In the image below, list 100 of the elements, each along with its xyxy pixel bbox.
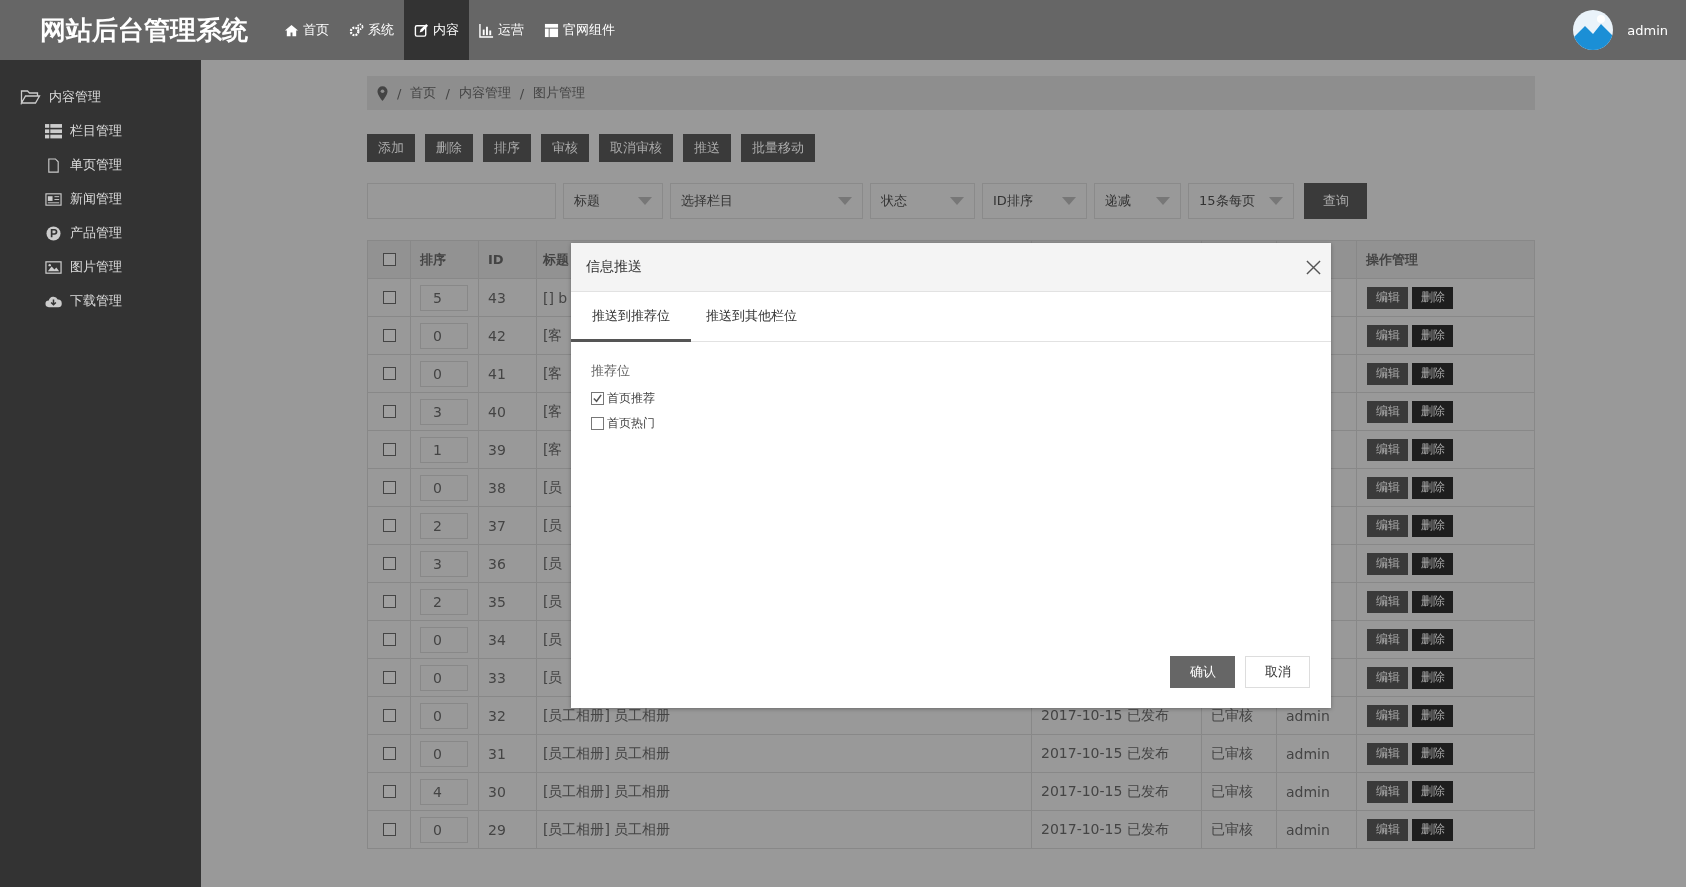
delete-button[interactable]: 删除 (1412, 552, 1453, 575)
nav-item[interactable]: 官网组件 (534, 0, 625, 60)
delete-button[interactable]: 删除 (1412, 590, 1453, 613)
toolbar-button[interactable]: 删除 (425, 134, 473, 162)
edit-button[interactable]: 编辑 (1367, 438, 1408, 461)
edit-button[interactable]: 编辑 (1367, 742, 1408, 765)
edit-button[interactable]: 编辑 (1367, 324, 1408, 347)
checkbox[interactable] (382, 329, 396, 342)
sort-field[interactable]: 0 (420, 816, 468, 843)
edit-button[interactable]: 编辑 (1367, 666, 1408, 689)
query-button[interactable]: 查询 (1304, 183, 1367, 219)
toolbar-button[interactable]: 推送 (683, 134, 731, 162)
checkbox[interactable] (382, 785, 396, 798)
delete-button[interactable]: 删除 (1412, 286, 1453, 309)
edit-button[interactable]: 编辑 (1367, 514, 1408, 537)
sidebar-item[interactable]: 图片管理 (0, 250, 201, 284)
edit-button[interactable]: 编辑 (1367, 590, 1408, 613)
edit-button[interactable]: 编辑 (1367, 704, 1408, 727)
nav-item[interactable]: 运营 (469, 0, 534, 60)
delete-button[interactable]: 删除 (1412, 400, 1453, 423)
sort-field[interactable]: 3 (420, 398, 468, 425)
checkbox[interactable] (382, 291, 396, 304)
edit-button[interactable]: 编辑 (1367, 818, 1408, 841)
tab[interactable]: 推送到其他栏位 (691, 292, 818, 342)
delete-button[interactable]: 删除 (1412, 704, 1453, 727)
sort-field[interactable]: 3 (420, 550, 468, 577)
checkbox[interactable] (382, 367, 396, 380)
checkbox[interactable] (382, 595, 396, 608)
delete-button[interactable]: 删除 (1412, 514, 1453, 537)
select-dropdown[interactable]: 递减 (1094, 183, 1181, 219)
select-dropdown[interactable]: 状态 (870, 183, 975, 219)
checkbox[interactable] (382, 709, 396, 722)
sort-field[interactable]: 0 (420, 740, 468, 767)
edit-button[interactable]: 编辑 (1367, 552, 1408, 575)
checkbox[interactable] (591, 417, 604, 430)
checkbox[interactable] (382, 823, 396, 836)
nav-item[interactable]: 内容 (404, 0, 469, 60)
delete-button[interactable]: 删除 (1412, 780, 1453, 803)
sidebar-item[interactable]: 下载管理 (0, 284, 201, 318)
checkbox[interactable] (382, 443, 396, 456)
avatar-icon[interactable] (1573, 10, 1614, 50)
toolbar-button[interactable]: 批量移动 (741, 134, 815, 162)
table-cell: 2017-10-15 已发布 (1041, 744, 1169, 763)
checkbox[interactable] (382, 671, 396, 684)
delete-button[interactable]: 删除 (1412, 438, 1453, 461)
edit-button[interactable]: 编辑 (1367, 780, 1408, 803)
toolbar-button[interactable]: 取消审核 (599, 134, 673, 162)
edit-button[interactable]: 编辑 (1367, 286, 1408, 309)
breadcrumb-link[interactable]: 内容管理 (458, 84, 511, 102)
edit-button[interactable]: 编辑 (1367, 628, 1408, 651)
delete-button[interactable]: 删除 (1412, 324, 1453, 347)
checkbox[interactable] (382, 405, 396, 418)
confirm-button[interactable]: 确认 (1170, 656, 1235, 688)
toolbar-button[interactable]: 添加 (367, 134, 415, 162)
checkbox[interactable] (382, 633, 396, 646)
delete-button[interactable]: 删除 (1412, 742, 1453, 765)
edit-button[interactable]: 编辑 (1367, 400, 1408, 423)
toolbar-button[interactable]: 排序 (483, 134, 531, 162)
select-dropdown[interactable]: 标题 (563, 183, 663, 219)
select-dropdown[interactable]: 选择栏目 (670, 183, 863, 219)
delete-button[interactable]: 删除 (1412, 628, 1453, 651)
edit-button[interactable]: 编辑 (1367, 476, 1408, 499)
sort-field[interactable]: 0 (420, 474, 468, 501)
nav-item[interactable]: 首页 (274, 0, 339, 60)
edit-button[interactable]: 编辑 (1367, 362, 1408, 385)
checkbox[interactable] (382, 557, 396, 570)
sort-field[interactable]: 0 (420, 702, 468, 729)
sort-field[interactable]: 0 (420, 360, 468, 387)
cancel-button[interactable]: 取消 (1245, 656, 1310, 688)
sidebar-item[interactable]: 栏目管理 (0, 114, 201, 148)
sort-field[interactable]: 0 (420, 626, 468, 653)
sort-field[interactable]: 2 (420, 588, 468, 615)
sidebar-group[interactable]: 内容管理 (0, 80, 201, 114)
checkbox[interactable] (382, 253, 396, 266)
checkbox[interactable] (382, 519, 396, 532)
user-name[interactable]: admin (1627, 22, 1668, 38)
delete-button[interactable]: 删除 (1412, 362, 1453, 385)
checkbox[interactable] (382, 481, 396, 494)
sort-field[interactable]: 4 (420, 778, 468, 805)
sidebar-item[interactable]: 单页管理 (0, 148, 201, 182)
sort-field[interactable]: 0 (420, 664, 468, 691)
select-dropdown[interactable]: 15条每页 (1188, 183, 1294, 219)
breadcrumb-link[interactable]: 图片管理 (533, 84, 586, 102)
sort-field[interactable]: 5 (420, 284, 468, 311)
close-icon[interactable] (1306, 259, 1321, 275)
sort-field[interactable]: 1 (420, 436, 468, 463)
sidebar-item[interactable]: 新闻管理 (0, 182, 201, 216)
delete-button[interactable]: 删除 (1412, 818, 1453, 841)
sidebar-item[interactable]: 产品管理 (0, 216, 201, 250)
delete-button[interactable]: 删除 (1412, 476, 1453, 499)
checkbox[interactable] (382, 747, 396, 760)
sort-field[interactable]: 0 (420, 322, 468, 349)
sort-field[interactable]: 2 (420, 512, 468, 539)
toolbar-button[interactable]: 审核 (541, 134, 589, 162)
select-dropdown[interactable]: ID排序 (982, 183, 1087, 219)
nav-item[interactable]: 系统 (339, 0, 404, 60)
tab[interactable]: 推送到推荐位 (571, 292, 691, 342)
breadcrumb-link[interactable]: 首页 (410, 84, 437, 102)
delete-button[interactable]: 删除 (1412, 666, 1453, 689)
checkbox[interactable] (591, 392, 604, 405)
